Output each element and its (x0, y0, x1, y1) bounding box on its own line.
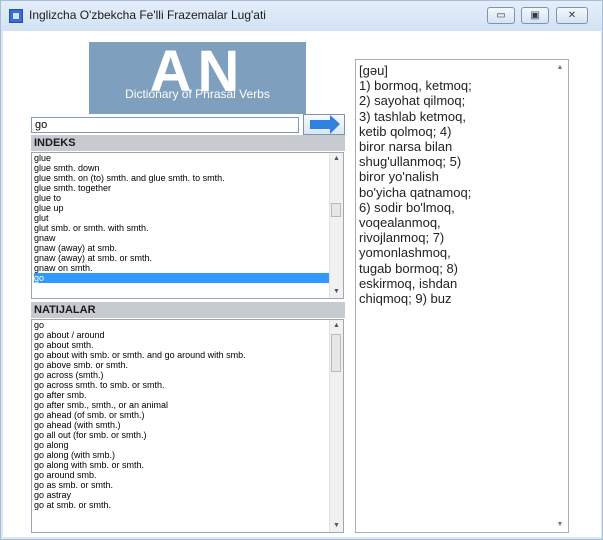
scroll-up-icon[interactable]: ▲ (330, 153, 343, 165)
maximize-icon: ▣ (530, 9, 540, 21)
definition-line: 6) sodir bo'lmoq, (359, 199, 455, 215)
result-list-item[interactable]: go at smb. or smth. (34, 500, 329, 510)
results-items: go go about / around go about smth. go abou… (34, 320, 329, 510)
close-button[interactable]: ✕ (556, 7, 588, 24)
result-list-item[interactable]: go ahead (with smth.) (34, 420, 329, 430)
index-list-item[interactable]: glue up (34, 203, 329, 213)
result-list-item[interactable]: go (34, 320, 329, 330)
result-list-item[interactable]: go after smb., smth., or an animal (34, 400, 329, 410)
definition-line: tugab bormoq; 8) (359, 260, 459, 276)
definition-line: ketib qolmoq; 4) (359, 123, 452, 139)
definition-line: rivojlanmoq; 7) (359, 230, 445, 246)
index-items: glue glue smth. down glue smth. on (to) sm… (34, 153, 329, 283)
index-list-item[interactable]: glut (34, 213, 329, 223)
search-input[interactable] (31, 117, 299, 133)
minimize-icon: ▭ (496, 9, 506, 21)
index-list-item[interactable]: glue smth. down (34, 163, 329, 173)
index-list-item[interactable]: glue smth. on (to) smth. and glue smth. … (34, 173, 329, 183)
arrow-right-icon (310, 115, 340, 134)
scroll-thumb[interactable] (331, 334, 341, 372)
index-list[interactable]: glue glue smth. down glue smth. on (to) sm… (31, 152, 344, 299)
result-list-item[interactable]: go above smb. or smth. (34, 360, 329, 370)
definition-line: bo'yicha qatnamoq; (359, 184, 472, 200)
index-list-item[interactable]: glue to (34, 193, 329, 203)
index-list-item[interactable]: gnaw (away) at smb. or smth. (34, 253, 329, 263)
app-logo: AN Dictionary of Phrasal Verbs (89, 39, 306, 114)
search-go-button[interactable] (303, 114, 345, 135)
result-list-item[interactable]: go about / around (34, 330, 329, 340)
result-list-item[interactable]: go along (34, 440, 329, 450)
index-list-item[interactable]: gnaw (34, 233, 329, 243)
definition-line: voqealanmoq, (359, 215, 441, 231)
definition-line: [gəu] (359, 63, 388, 78)
scroll-thumb[interactable] (331, 203, 341, 217)
result-list-item[interactable]: go across smth. to smb. or smth. (34, 380, 329, 390)
scroll-down-icon[interactable]: ▼ (330, 520, 343, 532)
app-window: Inglizcha O'zbekcha Fe'lli Frazemalar Lu… (0, 0, 603, 540)
result-list-item[interactable]: go astray (34, 490, 329, 500)
index-list-item[interactable]: gnaw on smth. (34, 263, 329, 273)
scroll-down-icon[interactable]: ▼ (330, 286, 343, 298)
definition-line: eskirmoq, ishdan (359, 275, 458, 291)
results-scrollbar[interactable]: ▲ ▼ (329, 320, 343, 532)
index-list-item[interactable]: glut smb. or smth. with smth. (34, 223, 329, 233)
scroll-up-icon[interactable]: ▲ (552, 64, 568, 71)
result-list-item[interactable]: go all out (for smb. or smth.) (34, 430, 329, 440)
result-list-item[interactable]: go around smb. (34, 470, 329, 480)
result-list-item[interactable]: go after smb. (34, 390, 329, 400)
result-list-item[interactable]: go along (with smb.) (34, 450, 329, 460)
result-list-item[interactable]: go about smth. (34, 340, 329, 350)
close-icon: ✕ (567, 9, 577, 21)
definition-line: 1) bormoq, ketmoq; (359, 78, 472, 94)
scroll-down-icon[interactable]: ▼ (552, 521, 568, 528)
logo-subtitle: Dictionary of Phrasal Verbs (125, 87, 270, 101)
index-list-item[interactable]: go (34, 273, 329, 283)
result-list-item[interactable]: go as smb. or smth. (34, 480, 329, 490)
definition-line: chiqmoq; 9) buz (359, 291, 452, 307)
definition-line: 2) sayohat qilmoq; (359, 93, 466, 109)
definition-line: biror yo'nalish (359, 169, 439, 185)
app-icon (9, 9, 23, 23)
result-list-item[interactable]: go ahead (of smb. or smth.) (34, 410, 329, 420)
definition-scrollbar[interactable]: ▲ ▼ (552, 60, 568, 532)
result-list-item[interactable]: go across (smth.) (34, 370, 329, 380)
definition-line: biror narsa bilan (359, 139, 453, 155)
index-list-item[interactable]: glue smth. together (34, 183, 329, 193)
results-list[interactable]: go go about / around go about smth. go abou… (31, 319, 344, 533)
result-list-item[interactable]: go along with smb. or smth. (34, 460, 329, 470)
result-list-item[interactable]: go about with smb. or smth. and go aroun… (34, 350, 329, 360)
scroll-up-icon[interactable]: ▲ (330, 320, 343, 332)
window-title: Inglizcha O'zbekcha Fe'lli Frazemalar Lu… (29, 8, 266, 22)
results-header: NATIJALAR (31, 302, 345, 318)
index-list-item[interactable]: gnaw (away) at smb. (34, 243, 329, 253)
maximize-button[interactable]: ▣ (521, 7, 549, 24)
definition-panel[interactable]: [gəu] 1) bormoq, ketmoq; 2) sayohat qilmoq… (355, 59, 569, 533)
definition-line: yomonlashmoq, (359, 245, 451, 261)
index-scrollbar[interactable]: ▲ ▼ (329, 153, 343, 298)
index-header: INDEKS (31, 135, 345, 151)
title-bar[interactable]: Inglizcha O'zbekcha Fe'lli Frazemalar Lu… (1, 1, 602, 31)
definition-text: [gəu] 1) bormoq, ketmoq; 2) sayohat qilmoq… (359, 63, 538, 306)
definition-line: shug'ullanmoq; 5) (359, 154, 462, 170)
index-list-item[interactable]: glue (34, 153, 329, 163)
minimize-button[interactable]: ▭ (487, 7, 515, 24)
definition-line: 3) tashlab ketmoq, (359, 108, 466, 124)
